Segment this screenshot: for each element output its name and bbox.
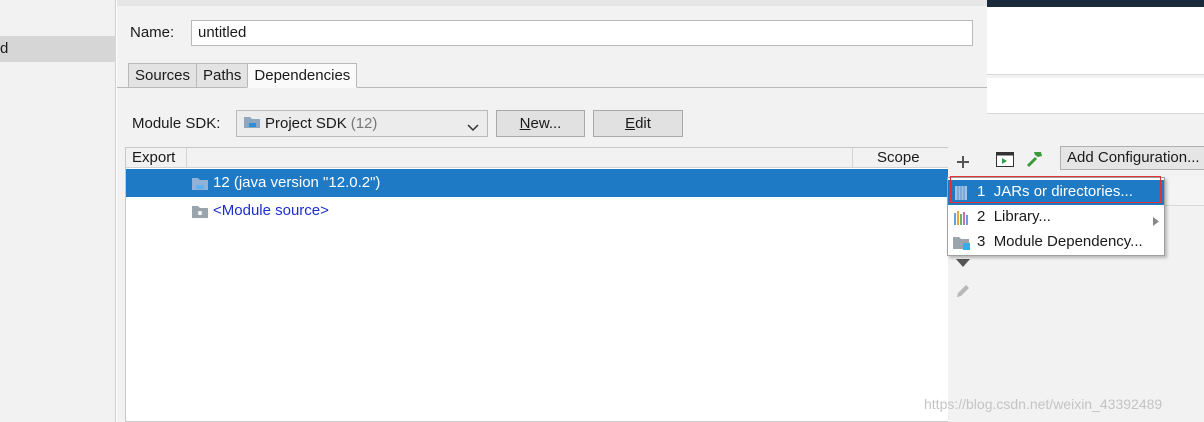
dependency-label: 12 (java version "12.0.2"): [213, 174, 381, 191]
tab-dependencies[interactable]: Dependencies: [247, 63, 358, 88]
module-folder-icon: [953, 235, 971, 255]
menu-item-label: Module Dependency...: [993, 233, 1143, 250]
watermark-text: https://blog.csdn.net/weixin_43392489: [924, 396, 1163, 412]
add-configuration-button[interactable]: Add Configuration...: [1060, 146, 1204, 170]
move-down-icon[interactable]: [956, 255, 970, 272]
column-divider: [852, 148, 853, 168]
table-row[interactable]: <Module source>: [126, 197, 948, 225]
menu-item-module-dependency[interactable]: 3 Module Dependency...: [948, 230, 1164, 255]
build-hammer-icon[interactable]: [1025, 149, 1045, 173]
edit-pencil-icon[interactable]: [955, 283, 971, 303]
dependencies-table: Export Scope 12 (java version "12.0.2"): [125, 147, 949, 422]
column-header-scope[interactable]: Scope: [877, 149, 920, 166]
module-name-input[interactable]: untitled: [191, 20, 973, 46]
menu-item-number: 2: [977, 208, 986, 225]
sidebar-selected-item-label: d: [0, 40, 9, 57]
window-title-strip: [987, 0, 1204, 7]
sdk-folder-icon: [243, 114, 261, 134]
dependency-label: <Module source>: [213, 202, 329, 219]
column-header-export[interactable]: Export: [132, 149, 175, 166]
jar-archive-icon: [953, 185, 969, 205]
submenu-arrow-icon: [1153, 213, 1159, 230]
menu-item-label: Library...: [993, 208, 1051, 225]
tab-sources[interactable]: Sources: [128, 63, 197, 88]
table-header: Export Scope: [126, 148, 948, 168]
table-row[interactable]: 12 (java version "12.0.2"): [126, 169, 948, 197]
add-dependency-popup-menu: 1 JARs or directories... 2 Library... 3 …: [947, 177, 1165, 256]
new-sdk-button[interactable]: New...: [496, 110, 585, 137]
module-tabs: Sources Paths Dependencies: [128, 63, 358, 88]
menu-item-number: 1: [977, 183, 986, 200]
sidebar-selected-item[interactable]: d: [0, 36, 116, 62]
sdk-value: Project SDK: [265, 115, 347, 132]
chevron-down-icon: [467, 119, 479, 136]
edit-sdk-button[interactable]: Edit: [593, 110, 683, 137]
library-icon: [953, 210, 969, 230]
sdk-value-suffix: (12): [350, 115, 378, 132]
panel-top-edge: [117, 0, 987, 6]
run-window-icon[interactable]: [996, 152, 1014, 171]
name-label: Name:: [130, 24, 175, 41]
add-icon[interactable]: [955, 154, 971, 174]
background-area: [987, 78, 1204, 114]
jdk-folder-icon: [191, 176, 209, 195]
column-divider: [186, 148, 187, 168]
background-area: [987, 7, 1204, 75]
menu-item-label: JARs or directories...: [993, 183, 1133, 200]
source-folder-icon: [191, 204, 209, 223]
module-sdk-label: Module SDK:: [132, 115, 221, 132]
tab-paths[interactable]: Paths: [196, 63, 248, 88]
module-sdk-dropdown[interactable]: Project SDK (12): [236, 110, 488, 137]
menu-item-number: 3: [977, 233, 986, 250]
menu-item-library[interactable]: 2 Library...: [948, 205, 1164, 230]
menu-item-jars-or-directories[interactable]: 1 JARs or directories...: [948, 180, 1164, 205]
project-structure-sidebar: d: [0, 0, 116, 422]
module-settings-panel: Name: untitled Sources Paths Dependencie…: [117, 0, 987, 422]
